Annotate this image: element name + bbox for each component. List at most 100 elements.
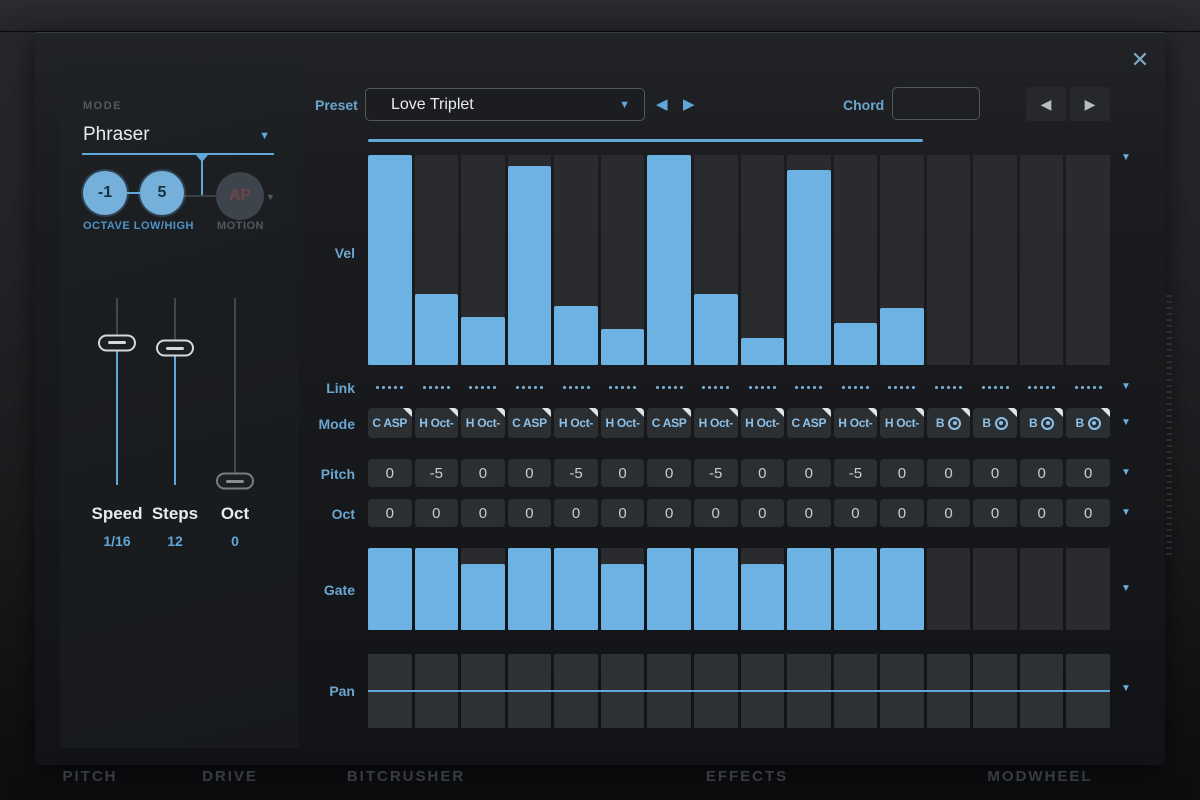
pitch-step-10[interactable]: 0 bbox=[787, 459, 831, 487]
vel-step-6[interactable] bbox=[601, 155, 645, 365]
slider-steps[interactable] bbox=[145, 298, 205, 485]
gate-step-15[interactable] bbox=[1020, 548, 1064, 630]
oct-step-3[interactable]: 0 bbox=[461, 499, 505, 527]
preset-next-button[interactable]: ▶ bbox=[683, 96, 699, 114]
oct-row-options-icon[interactable]: ▼ bbox=[1121, 507, 1135, 518]
pitch-step-13[interactable]: 0 bbox=[927, 459, 971, 487]
slider-oct[interactable] bbox=[205, 298, 265, 485]
link-step-11[interactable] bbox=[834, 380, 878, 394]
host-tab-drive[interactable]: DRIVE bbox=[202, 768, 258, 785]
mode-step-12[interactable]: H Oct- bbox=[880, 408, 924, 438]
vel-step-7[interactable] bbox=[647, 155, 691, 365]
link-step-1[interactable] bbox=[368, 380, 412, 394]
vel-step-1[interactable] bbox=[368, 155, 412, 365]
pitch-step-6[interactable]: 0 bbox=[601, 459, 645, 487]
mode-step-11[interactable]: H Oct- bbox=[834, 408, 878, 438]
pitch-step-8[interactable]: -5 bbox=[694, 459, 738, 487]
gate-step-10[interactable] bbox=[787, 548, 831, 630]
link-step-13[interactable] bbox=[927, 380, 971, 394]
pitch-step-7[interactable]: 0 bbox=[647, 459, 691, 487]
slider-handle[interactable] bbox=[156, 340, 194, 357]
vel-step-10[interactable] bbox=[787, 155, 831, 365]
mode-select[interactable]: Phraser ▼ bbox=[83, 124, 278, 152]
link-step-4[interactable] bbox=[508, 380, 552, 394]
mode-step-10[interactable]: C ASP bbox=[787, 408, 831, 438]
pitch-step-2[interactable]: -5 bbox=[415, 459, 459, 487]
pitch-step-4[interactable]: 0 bbox=[508, 459, 552, 487]
oct-step-7[interactable]: 0 bbox=[647, 499, 691, 527]
mode-step-15[interactable]: B bbox=[1020, 408, 1064, 438]
pan-row-options-icon[interactable]: ▼ bbox=[1121, 683, 1135, 694]
mode-step-3[interactable]: H Oct- bbox=[461, 408, 505, 438]
mode-step-14[interactable]: B bbox=[973, 408, 1017, 438]
oct-step-8[interactable]: 0 bbox=[694, 499, 738, 527]
gate-step-1[interactable] bbox=[368, 548, 412, 630]
link-step-9[interactable] bbox=[741, 380, 785, 394]
mode-step-9[interactable]: H Oct- bbox=[741, 408, 785, 438]
pitch-step-11[interactable]: -5 bbox=[834, 459, 878, 487]
pitch-step-5[interactable]: -5 bbox=[554, 459, 598, 487]
vel-step-9[interactable] bbox=[741, 155, 785, 365]
mode-step-16[interactable]: B bbox=[1066, 408, 1110, 438]
gate-step-16[interactable] bbox=[1066, 548, 1110, 630]
mode-step-8[interactable]: H Oct- bbox=[694, 408, 738, 438]
host-tab-bitcrusher[interactable]: BITCRUSHER bbox=[347, 768, 465, 785]
gate-step-14[interactable] bbox=[973, 548, 1017, 630]
link-step-5[interactable] bbox=[554, 380, 598, 394]
oct-step-12[interactable]: 0 bbox=[880, 499, 924, 527]
oct-step-5[interactable]: 0 bbox=[554, 499, 598, 527]
oct-step-16[interactable]: 0 bbox=[1066, 499, 1110, 527]
host-tab-effects[interactable]: EFFECTS bbox=[706, 768, 788, 785]
oct-step-10[interactable]: 0 bbox=[787, 499, 831, 527]
gate-step-3[interactable] bbox=[461, 548, 505, 630]
vel-step-12[interactable] bbox=[880, 155, 924, 365]
oct-step-1[interactable]: 0 bbox=[368, 499, 412, 527]
vel-step-3[interactable] bbox=[461, 155, 505, 365]
gate-step-8[interactable] bbox=[694, 548, 738, 630]
vel-step-5[interactable] bbox=[554, 155, 598, 365]
mode-row-options-icon[interactable]: ▼ bbox=[1121, 417, 1135, 428]
vel-step-4[interactable] bbox=[508, 155, 552, 365]
slider-handle[interactable] bbox=[216, 473, 254, 490]
mode-step-2[interactable]: H Oct- bbox=[415, 408, 459, 438]
preset-prev-button[interactable]: ◀ bbox=[656, 96, 672, 114]
octave-high-knob[interactable]: 5 bbox=[140, 171, 184, 215]
nav-prev-button[interactable]: ◀ bbox=[1026, 87, 1066, 121]
preset-select[interactable]: Love Triplet ▼ bbox=[365, 88, 645, 121]
oct-step-11[interactable]: 0 bbox=[834, 499, 878, 527]
oct-step-2[interactable]: 0 bbox=[415, 499, 459, 527]
mode-step-5[interactable]: H Oct- bbox=[554, 408, 598, 438]
gate-step-9[interactable] bbox=[741, 548, 785, 630]
gate-step-12[interactable] bbox=[880, 548, 924, 630]
nav-next-button[interactable]: ▶ bbox=[1070, 87, 1110, 121]
vel-step-15[interactable] bbox=[1020, 155, 1064, 365]
octave-low-knob[interactable]: -1 bbox=[83, 171, 127, 215]
link-step-2[interactable] bbox=[415, 380, 459, 394]
gate-step-11[interactable] bbox=[834, 548, 878, 630]
pitch-step-14[interactable]: 0 bbox=[973, 459, 1017, 487]
chord-input[interactable] bbox=[892, 87, 980, 120]
vel-step-16[interactable] bbox=[1066, 155, 1110, 365]
slider-handle[interactable] bbox=[98, 334, 136, 351]
oct-step-13[interactable]: 0 bbox=[927, 499, 971, 527]
link-step-15[interactable] bbox=[1020, 380, 1064, 394]
close-icon[interactable]: ✕ bbox=[1128, 48, 1152, 72]
oct-step-14[interactable]: 0 bbox=[973, 499, 1017, 527]
link-step-6[interactable] bbox=[601, 380, 645, 394]
vel-step-13[interactable] bbox=[927, 155, 971, 365]
gate-step-13[interactable] bbox=[927, 548, 971, 630]
pitch-row-options-icon[interactable]: ▼ bbox=[1121, 467, 1135, 478]
host-tab-pitch[interactable]: PITCH bbox=[63, 768, 118, 785]
link-step-16[interactable] bbox=[1066, 380, 1110, 394]
host-tab-modwheel[interactable]: MODWHEEL bbox=[987, 768, 1092, 785]
pitch-step-15[interactable]: 0 bbox=[1020, 459, 1064, 487]
gate-step-4[interactable] bbox=[508, 548, 552, 630]
mode-step-1[interactable]: C ASP bbox=[368, 408, 412, 438]
gate-row-options-icon[interactable]: ▼ bbox=[1121, 583, 1135, 594]
mode-step-6[interactable]: H Oct- bbox=[601, 408, 645, 438]
slider-speed[interactable] bbox=[87, 298, 147, 485]
link-step-7[interactable] bbox=[647, 380, 691, 394]
oct-step-15[interactable]: 0 bbox=[1020, 499, 1064, 527]
gate-step-6[interactable] bbox=[601, 548, 645, 630]
link-step-3[interactable] bbox=[461, 380, 505, 394]
